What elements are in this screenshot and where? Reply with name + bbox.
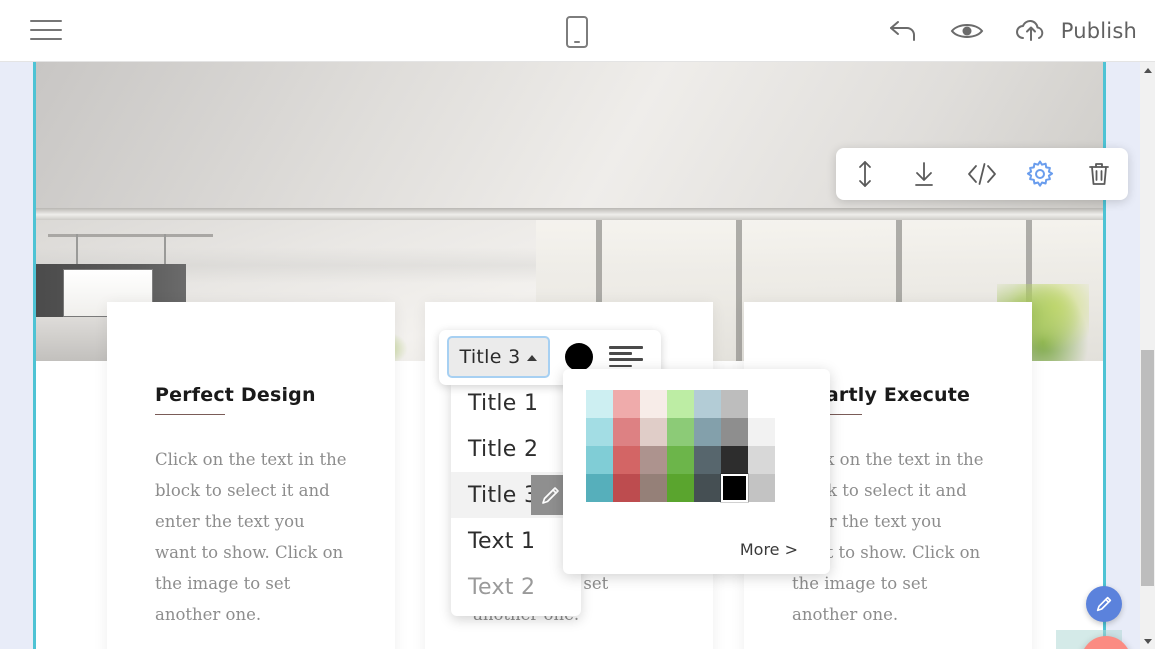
style-option-label: Text 2 — [468, 575, 535, 600]
gear-icon[interactable] — [1019, 153, 1061, 195]
color-swatch[interactable] — [721, 446, 748, 474]
text-color-swatch-button[interactable] — [565, 343, 593, 371]
align-line — [609, 365, 632, 368]
top-toolbar: Publish — [0, 0, 1155, 62]
scroll-up-arrow-icon[interactable] — [1140, 62, 1155, 78]
vertical-scrollbar[interactable] — [1140, 62, 1155, 649]
color-swatch[interactable] — [640, 390, 667, 418]
color-swatch[interactable] — [613, 474, 640, 502]
color-swatch[interactable] — [667, 418, 694, 446]
mobile-device-icon[interactable] — [566, 16, 588, 48]
color-swatch[interactable] — [721, 474, 748, 502]
publish-label: Publish — [1061, 19, 1137, 43]
align-left-icon[interactable] — [609, 346, 643, 371]
color-swatch[interactable] — [640, 474, 667, 502]
hamburger-line — [30, 29, 62, 31]
color-swatch[interactable] — [586, 474, 613, 502]
style-option-title-2[interactable]: Title 2 — [451, 426, 581, 472]
scrollbar-thumb[interactable] — [1141, 350, 1154, 586]
color-swatch-grid[interactable] — [586, 390, 775, 502]
hamburger-line — [30, 38, 62, 40]
hamburger-line — [30, 20, 62, 22]
scroll-down-arrow-icon[interactable] — [1140, 633, 1155, 649]
style-option-label: Title 1 — [468, 391, 538, 416]
hero-beam — [36, 208, 1103, 220]
style-option-label: Title 2 — [468, 437, 538, 462]
style-option-text-2[interactable]: Text 2 — [451, 564, 581, 610]
hero-rail — [48, 234, 213, 237]
trash-icon[interactable] — [1078, 153, 1120, 195]
style-option-label: Title 3 — [468, 483, 538, 508]
download-icon[interactable] — [903, 153, 945, 195]
color-swatch[interactable] — [640, 446, 667, 474]
style-option-label: Text 1 — [468, 529, 535, 554]
style-option-title-1[interactable]: Title 1 — [451, 380, 581, 426]
card-title[interactable]: Perfect Design — [155, 384, 316, 406]
color-swatch[interactable] — [613, 390, 640, 418]
color-swatch[interactable] — [586, 418, 613, 446]
style-option-text-1[interactable]: Text 1 — [451, 518, 581, 564]
color-picker-popup: More > — [563, 369, 830, 574]
color-swatch[interactable] — [640, 418, 667, 446]
app-root: Publish — [0, 0, 1155, 649]
text-style-value: Title 3 — [460, 346, 521, 368]
color-swatch[interactable] — [748, 418, 775, 446]
top-right-actions: Publish — [882, 10, 1137, 52]
card-divider — [155, 414, 225, 415]
text-style-select[interactable]: Title 3 — [447, 336, 550, 378]
align-line — [609, 352, 632, 355]
color-swatch[interactable] — [586, 446, 613, 474]
code-icon[interactable] — [961, 153, 1003, 195]
align-line — [609, 346, 643, 349]
color-swatch[interactable] — [694, 446, 721, 474]
text-style-dropdown[interactable]: Title 1 Title 2 Title 3 Text 1 Text 2 — [451, 380, 581, 616]
move-vertical-icon[interactable] — [844, 153, 886, 195]
color-swatch[interactable] — [694, 474, 721, 502]
align-line — [609, 358, 643, 361]
eye-preview-icon[interactable] — [946, 10, 988, 52]
card-body-text[interactable]: Click on the text in the block to select… — [155, 444, 347, 630]
pencil-brush-icon[interactable] — [1086, 586, 1122, 622]
color-more-link[interactable]: More > — [740, 540, 798, 559]
color-swatch[interactable] — [613, 418, 640, 446]
color-swatch[interactable] — [721, 418, 748, 446]
color-swatch[interactable] — [667, 446, 694, 474]
publish-button[interactable]: Publish — [1010, 10, 1137, 52]
block-toolbar — [836, 148, 1128, 200]
color-swatch[interactable] — [748, 446, 775, 474]
undo-arrow-icon[interactable] — [882, 10, 924, 52]
color-swatch[interactable] — [667, 474, 694, 502]
color-swatch-empty — [748, 390, 775, 418]
color-swatch[interactable] — [748, 474, 775, 502]
color-swatch[interactable] — [694, 418, 721, 446]
feature-card[interactable]: Perfect Design Click on the text in the … — [107, 302, 395, 649]
color-swatch[interactable] — [721, 390, 748, 418]
color-swatch[interactable] — [586, 390, 613, 418]
color-swatch[interactable] — [694, 390, 721, 418]
editor-canvas[interactable]: Perfect Design Click on the text in the … — [0, 62, 1140, 649]
cloud-upload-icon — [1010, 10, 1052, 52]
chevron-up-icon — [527, 355, 537, 361]
hamburger-menu-icon[interactable] — [30, 20, 62, 42]
hero-mullion — [736, 220, 742, 361]
style-option-title-3[interactable]: Title 3 — [451, 472, 581, 518]
color-swatch[interactable] — [613, 446, 640, 474]
color-swatch[interactable] — [667, 390, 694, 418]
